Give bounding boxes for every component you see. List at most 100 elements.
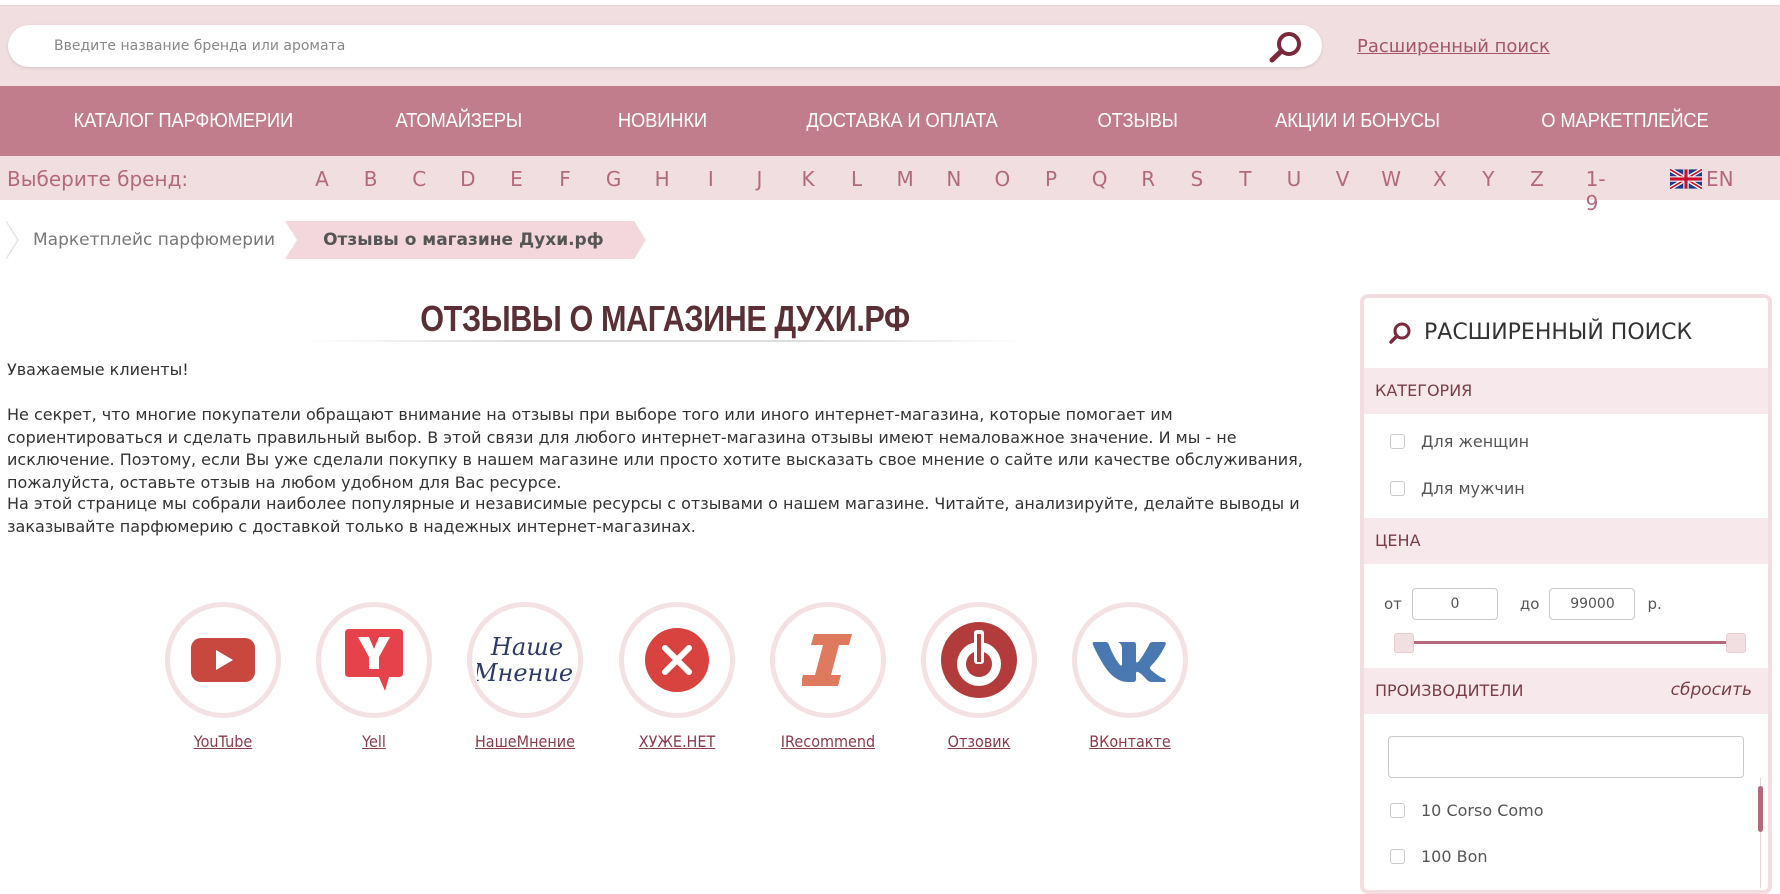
brand-letter[interactable]: F <box>559 167 571 191</box>
brand-letter[interactable]: O <box>995 167 1011 191</box>
youtube-icon <box>191 638 255 682</box>
resource-circle <box>1072 602 1188 718</box>
brand-letter[interactable]: V <box>1336 167 1350 191</box>
nav-reviews[interactable]: ОТЗЫВЫ <box>1097 110 1177 133</box>
resource-otzovik-label: Отзовик <box>947 732 1011 751</box>
brand-letter[interactable]: U <box>1287 167 1302 191</box>
manufacturer-item[interactable]: 100 Bon <box>1390 847 1488 866</box>
resource-youtube[interactable]: YouTube <box>163 602 283 751</box>
nav-about[interactable]: О МАРКЕТПЛЕЙСЕ <box>1541 110 1708 133</box>
page-title: ОТЗЫВЫ О МАГАЗИНЕ ДУХИ.РФ <box>420 298 910 339</box>
advanced-search-title: РАСШИРЕННЫЙ ПОИСК <box>1388 320 1692 345</box>
price-from-input[interactable] <box>1411 588 1498 620</box>
resource-circle <box>316 602 432 718</box>
resource-youtube-label: YouTube <box>193 732 253 751</box>
resource-irecommend[interactable]: IRecommend <box>768 602 888 751</box>
resource-circle: Наше Мнение <box>467 602 583 718</box>
price-from-label: от <box>1384 595 1402 613</box>
brand-letter[interactable]: Y <box>1482 167 1494 191</box>
advanced-search-link[interactable]: Расширенный поиск <box>1357 36 1550 57</box>
uk-flag-icon <box>1670 169 1702 189</box>
brand-letter[interactable]: B <box>364 167 378 191</box>
otzovik-icon <box>941 622 1017 698</box>
manufacturers-label: ПРОИЗВОДИТЕЛИ <box>1375 681 1524 700</box>
search-icon <box>1269 32 1301 63</box>
nav-catalog[interactable]: КАТАЛОГ ПАРФЮМЕРИИ <box>74 110 294 133</box>
main-nav: КАТАЛОГ ПАРФЮМЕРИИ АТОМАЙЗЕРЫ НОВИНКИ ДО… <box>0 86 1780 156</box>
brand-letter[interactable]: G <box>606 167 622 191</box>
brand-letter[interactable]: T <box>1239 167 1251 191</box>
search-bar: Расширенный поиск <box>0 6 1780 86</box>
checkbox[interactable] <box>1390 849 1405 864</box>
search-icon <box>1389 322 1411 344</box>
resource-vk[interactable]: ВКонтакте <box>1070 602 1190 751</box>
price-range: от до р. <box>1384 588 1662 620</box>
brand-letter[interactable]: 1-9 <box>1586 167 1606 215</box>
brand-letter[interactable]: A <box>315 167 329 191</box>
price-slider-max-handle[interactable] <box>1726 633 1746 653</box>
resource-yell-label: Yell <box>362 732 386 751</box>
price-to-label: до <box>1519 595 1540 613</box>
category-option-label: Для мужчин <box>1421 479 1525 498</box>
resource-circle <box>921 602 1037 718</box>
nav-promotions[interactable]: АКЦИИ И БОНУСЫ <box>1275 110 1440 133</box>
advanced-search-title-label: РАСШИРЕННЫЙ ПОИСК <box>1424 320 1693 345</box>
nav-delivery[interactable]: ДОСТАВКА И ОПЛАТА <box>807 110 998 133</box>
category-women-option[interactable]: Для женщин <box>1390 432 1529 451</box>
brand-letter[interactable]: X <box>1433 167 1447 191</box>
manufacturers-reset-link[interactable]: сбросить <box>1671 680 1752 700</box>
price-slider-track[interactable] <box>1406 641 1726 644</box>
breadcrumb-current-label: Отзывы о магазине Духи.рф <box>323 230 604 250</box>
resource-yell[interactable]: Yell <box>314 602 434 751</box>
title-divider <box>300 340 1030 342</box>
nav-atomizers[interactable]: АТОМАЙЗЕРЫ <box>395 110 522 133</box>
brand-select-label: Выберите бренд: <box>7 167 189 191</box>
brand-letter[interactable]: D <box>460 167 475 191</box>
resource-khuzhe-net[interactable]: ХУЖЕ.НЕТ <box>617 602 737 751</box>
manufacturer-scrollbar[interactable] <box>1758 786 1763 832</box>
yell-icon <box>345 629 403 691</box>
breadcrumb-end-icon <box>633 221 646 259</box>
brand-letter[interactable]: H <box>655 167 670 191</box>
checkbox[interactable] <box>1390 481 1405 496</box>
resource-circle <box>165 602 281 718</box>
brand-letter[interactable]: C <box>412 167 426 191</box>
brand-letter[interactable]: R <box>1141 167 1155 191</box>
resource-circle <box>619 602 735 718</box>
brand-letter[interactable]: M <box>897 167 914 191</box>
category-men-option[interactable]: Для мужчин <box>1390 479 1525 498</box>
manufacturer-item[interactable]: 10 Corso Como <box>1390 801 1544 820</box>
breadcrumb: Маркетплейс парфюмерии Отзывы о магазине… <box>6 221 646 259</box>
brand-letter[interactable]: Z <box>1530 167 1544 191</box>
checkbox[interactable] <box>1390 803 1405 818</box>
breadcrumb-home-label: Маркетплейс парфюмерии <box>33 230 276 250</box>
brand-letter[interactable]: N <box>946 167 961 191</box>
brand-letter[interactable]: S <box>1190 167 1203 191</box>
manufacturer-label: 10 Corso Como <box>1421 801 1544 820</box>
brand-letter[interactable]: Q <box>1092 167 1108 191</box>
resource-nashe-mnenie[interactable]: Наше Мнение НашеМнение <box>465 602 585 751</box>
brand-letter[interactable]: K <box>801 167 814 191</box>
brand-letters: A B C D E F G H I J K L M N O P Q R S T U V W X Y Z 1-9 <box>300 156 1605 215</box>
checkbox[interactable] <box>1390 434 1405 449</box>
brand-letter[interactable]: W <box>1381 167 1401 191</box>
nav-new[interactable]: НОВИНКИ <box>618 110 707 133</box>
price-label: ЦЕНА <box>1375 531 1421 550</box>
brand-letter[interactable]: P <box>1045 167 1057 191</box>
breadcrumb-home[interactable]: Маркетплейс парфюмерии <box>6 221 286 259</box>
greeting-text: Уважаемые клиенты! <box>7 360 189 379</box>
category-section: КАТЕГОРИЯ <box>1364 368 1768 414</box>
brand-letter[interactable]: E <box>510 167 523 191</box>
price-slider-min-handle[interactable] <box>1394 633 1414 653</box>
search-button[interactable] <box>1268 30 1304 64</box>
language-switch[interactable]: EN <box>1670 167 1734 191</box>
manufacturers-section: ПРОИЗВОДИТЕЛИ сбросить <box>1364 668 1768 714</box>
search-input[interactable] <box>54 25 1254 67</box>
brand-letter[interactable]: L <box>851 167 862 191</box>
price-to-input[interactable] <box>1549 588 1636 620</box>
manufacturer-search-input[interactable] <box>1388 736 1744 778</box>
brand-letter[interactable]: J <box>756 167 762 191</box>
brand-letter[interactable]: I <box>708 167 714 191</box>
resource-otzovik[interactable]: Отзовик <box>919 602 1039 751</box>
breadcrumb-chevron-icon <box>6 221 19 259</box>
